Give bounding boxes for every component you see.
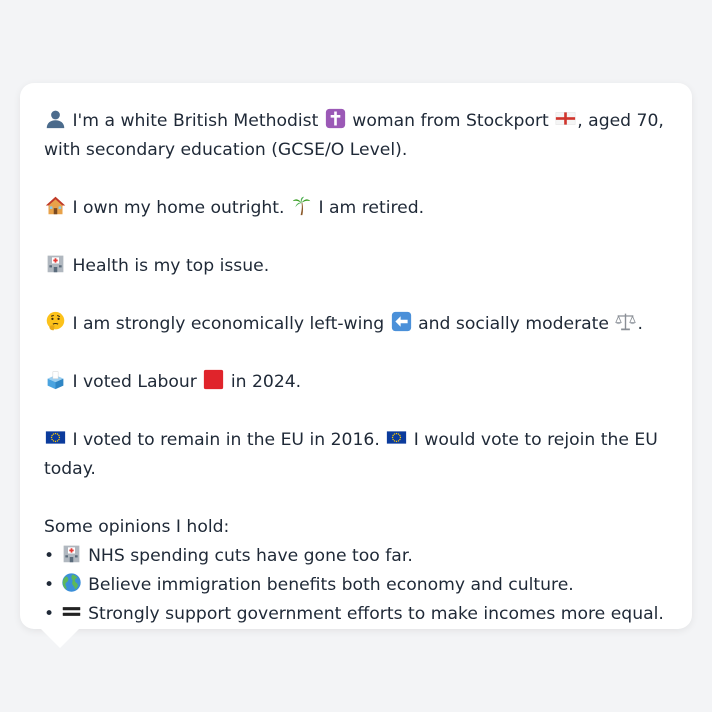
red-square-icon — [203, 369, 224, 390]
issue-paragraph: Health is my top issue. — [44, 252, 672, 281]
opinion-text: Strongly support government efforts to m… — [88, 604, 664, 624]
eu-flag-icon — [45, 427, 66, 448]
identity-text-1: I'm a white British Methodist — [72, 111, 319, 131]
bubble-tail — [40, 628, 80, 648]
vote-paragraph: I voted Labour in 2024. — [44, 368, 672, 397]
england-flag-icon — [555, 108, 576, 129]
housing-paragraph: I own my home outright. I am retired. — [44, 194, 672, 223]
bullet: • — [44, 575, 55, 595]
economic-position-text: I am strongly economically left-wing — [72, 314, 385, 334]
opinions-paragraph: Some opinions I hold: • NHS spending cut… — [44, 513, 672, 629]
politics-paragraph: I am strongly economically left-wing and… — [44, 310, 672, 339]
opinion-text: NHS spending cuts have gone too far. — [88, 546, 413, 566]
balance-scale-icon — [615, 311, 637, 332]
bullet: • — [44, 546, 55, 566]
opinion-item: • Believe immigration benefits both econ… — [44, 571, 672, 600]
palm-tree-icon — [291, 195, 312, 216]
opinion-item: • NHS spending cuts have gone too far. — [44, 542, 672, 571]
globe-icon — [61, 572, 82, 593]
politics-end-text: . — [637, 314, 643, 334]
vote-year-text: in 2024. — [230, 372, 302, 392]
bust-silhouette-icon — [45, 108, 66, 129]
retired-text: I am retired. — [318, 198, 425, 218]
hospital-icon — [45, 253, 66, 274]
opinion-item: • Strongly support government efforts to… — [44, 600, 672, 629]
opinion-text: Believe immigration benefits both econom… — [88, 575, 574, 595]
persona-message-bubble: I'm a white British Methodist woman from… — [20, 83, 692, 629]
house-icon — [45, 195, 66, 216]
eu-flag-icon — [386, 427, 407, 448]
eu-remain-text: I voted to remain in the EU in 2016. — [72, 430, 380, 450]
vote-text: I voted Labour — [72, 372, 197, 392]
housing-text: I own my home outright. — [72, 198, 285, 218]
bullet: • — [44, 604, 55, 624]
left-arrow-icon — [391, 311, 412, 332]
social-position-text: and socially moderate — [418, 314, 609, 334]
heavy-equals-icon — [61, 601, 82, 622]
opinions-heading: Some opinions I hold: — [44, 517, 230, 537]
hospital-icon — [61, 543, 82, 564]
identity-text-2: woman from Stockport — [352, 111, 549, 131]
latin-cross-icon — [325, 108, 346, 129]
top-issue-text: Health is my top issue. — [72, 256, 270, 276]
ballot-box-icon — [45, 369, 66, 390]
thinking-face-icon — [45, 311, 66, 332]
identity-paragraph: I'm a white British Methodist woman from… — [44, 107, 672, 165]
eu-paragraph: I voted to remain in the EU in 2016. I w… — [44, 426, 672, 484]
